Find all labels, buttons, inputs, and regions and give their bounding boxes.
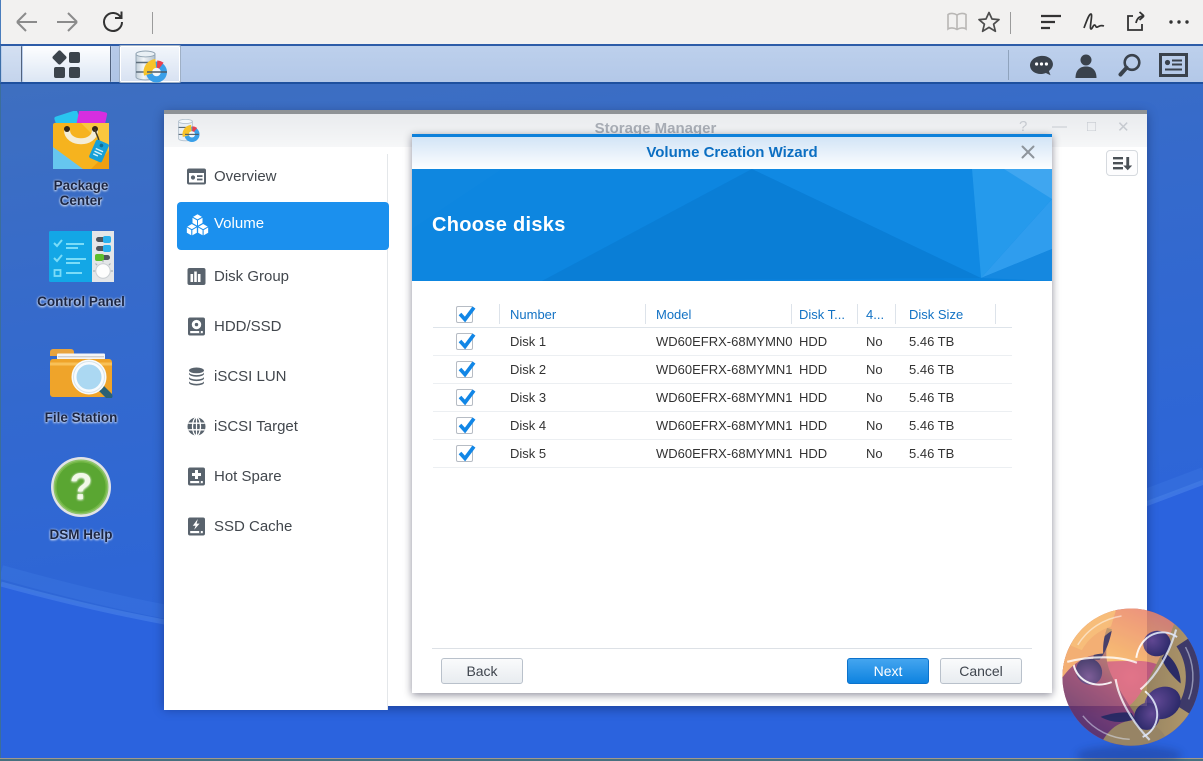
svg-text:?: ? (70, 466, 93, 507)
